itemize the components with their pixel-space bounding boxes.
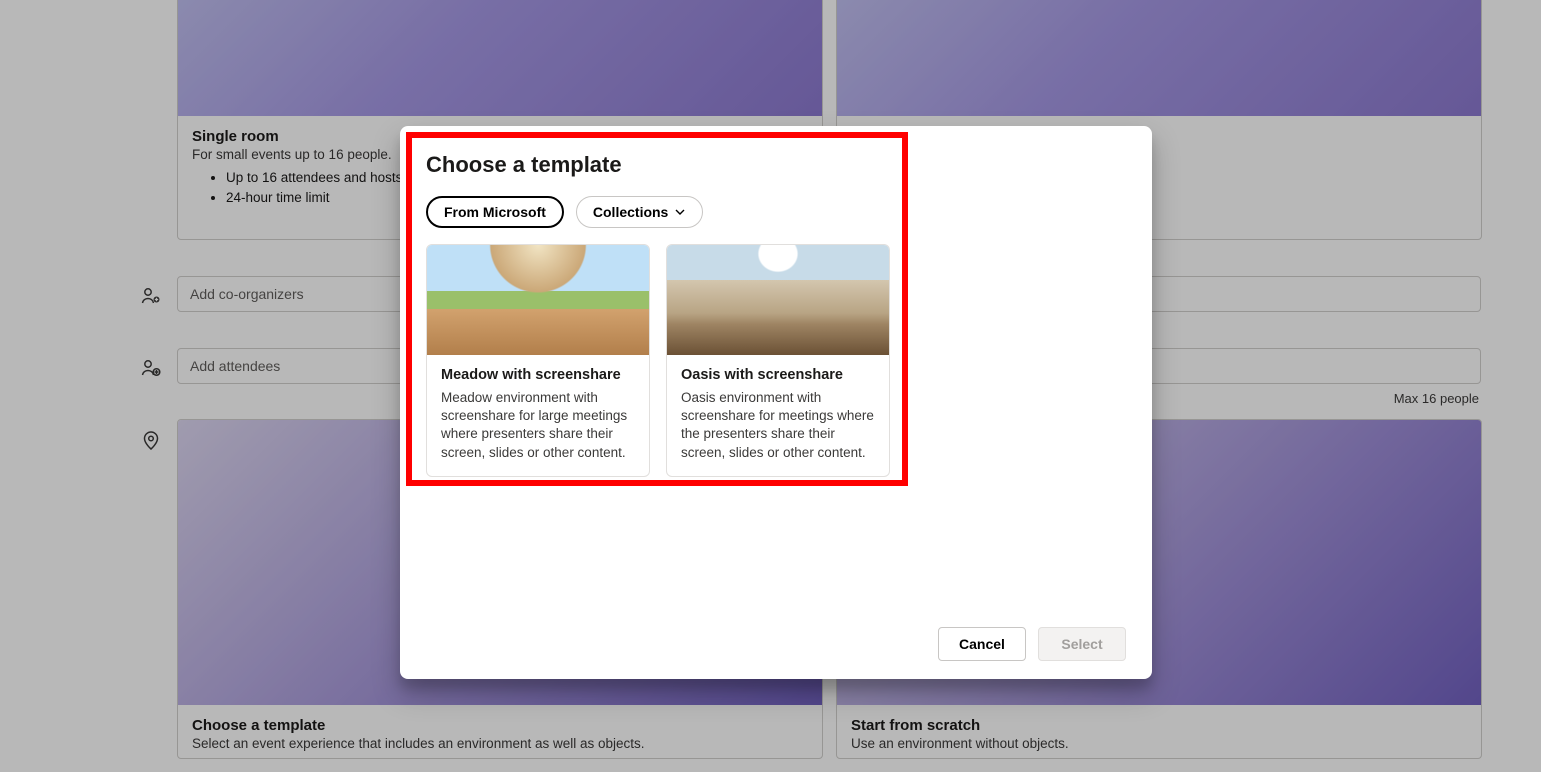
tab-collections[interactable]: Collections [576,196,703,228]
template-title: Meadow with screenshare [441,367,635,383]
select-button: Select [1038,627,1126,661]
template-source-tabs: From Microsoft Collections [426,196,1126,228]
tab-from-microsoft[interactable]: From Microsoft [426,196,564,228]
template-title: Oasis with screenshare [681,367,875,383]
cancel-button[interactable]: Cancel [938,627,1026,661]
template-card-oasis[interactable]: Oasis with screenshare Oasis environment… [666,244,890,477]
template-card-meadow[interactable]: Meadow with screenshare Meadow environme… [426,244,650,477]
template-thumbnail [427,245,649,355]
tab-label: Collections [593,204,668,220]
modal-heading: Choose a template [426,152,1126,178]
template-list: Meadow with screenshare Meadow environme… [426,244,1126,477]
template-thumbnail [667,245,889,355]
template-description: Meadow environment with screenshare for … [441,389,635,462]
choose-template-modal: Choose a template From Microsoft Collect… [400,126,1152,679]
modal-footer: Cancel Select [426,627,1126,661]
template-description: Oasis environment with screenshare for m… [681,389,875,462]
chevron-down-icon [674,206,686,218]
